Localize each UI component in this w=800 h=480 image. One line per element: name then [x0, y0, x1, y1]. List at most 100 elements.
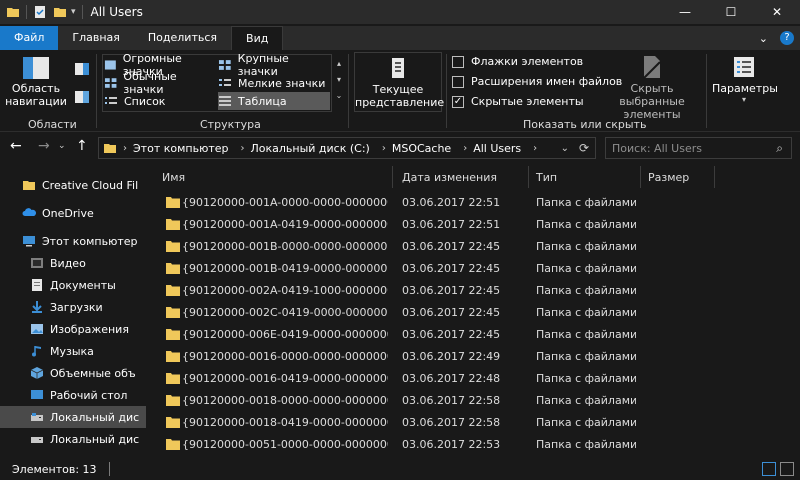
- folder-icon: [166, 197, 180, 208]
- tab-view[interactable]: Вид: [231, 26, 284, 50]
- history-chevron-icon[interactable]: ⌄: [58, 141, 66, 151]
- sidebar-item-local-disk-d[interactable]: Локальный дис: [0, 428, 146, 450]
- minimize-button[interactable]: —: [662, 0, 708, 24]
- forward-arrow-icon[interactable]: →: [38, 138, 50, 154]
- options-icon: [734, 57, 754, 77]
- crumb-arrow-icon[interactable]: ›: [463, 143, 467, 154]
- large-icons-icon: [218, 60, 231, 70]
- column-separator[interactable]: [528, 166, 529, 188]
- column-header-date[interactable]: Дата изменения: [402, 166, 522, 190]
- refresh-icon[interactable]: ⟳: [579, 141, 589, 155]
- table-row[interactable]: {90120000-0018-0419-0000-0000000FF1C... 0…: [152, 412, 800, 434]
- sidebar-item-desktop[interactable]: Рабочий стол: [0, 384, 146, 406]
- details-view-toggle-icon[interactable]: [762, 462, 776, 476]
- column-separator[interactable]: [392, 166, 393, 188]
- sidebar-item-this-pc[interactable]: Этот компьютер: [0, 230, 146, 252]
- item-checkboxes-toggle[interactable]: Флажки элементов: [452, 55, 583, 68]
- sidebar-item-downloads[interactable]: Загрузки: [0, 296, 146, 318]
- table-row[interactable]: {90120000-0051-0000-0000-0000000FF1C... 0…: [152, 434, 800, 456]
- hide-selected-icon: [643, 56, 661, 79]
- options-button[interactable]: Параметры ▾: [712, 54, 778, 104]
- file-list: Имя Дата изменения Тип Размер {90120000-…: [152, 166, 800, 473]
- sidebar-item-onedrive[interactable]: OneDrive: [0, 202, 146, 224]
- table-row[interactable]: {90120000-001A-0000-0000-0000000FF1C... 0…: [152, 192, 800, 214]
- column-header-name[interactable]: Имя: [162, 166, 388, 190]
- cell-date: 03.06.2017 22:45: [402, 240, 501, 253]
- maximize-button[interactable]: ☐: [708, 0, 754, 24]
- quick-access-dropdown-icon[interactable]: ▾: [71, 7, 76, 17]
- breadcrumb-this-pc[interactable]: Этот компьютер: [133, 142, 229, 155]
- search-box[interactable]: ⌕: [605, 137, 792, 159]
- cell-name: {90120000-002A-0419-1000-0000000FF1C...: [182, 284, 388, 297]
- up-arrow-icon[interactable]: ↑: [76, 138, 88, 154]
- layout-small-icons[interactable]: Мелкие значки: [218, 74, 330, 92]
- crumb-arrow-icon[interactable]: ›: [123, 143, 127, 154]
- folder-icon: [23, 181, 35, 190]
- chevron-down-icon[interactable]: ⌄: [759, 32, 768, 45]
- table-row[interactable]: {90120000-001A-0419-0000-0000000FF1C... 0…: [152, 214, 800, 236]
- layout-scroll[interactable]: ▴ ▾ ⌄: [334, 56, 344, 110]
- layout-details[interactable]: Таблица: [218, 92, 330, 110]
- checkbox-checked[interactable]: ✓: [452, 95, 464, 108]
- details-pane-icon[interactable]: [74, 90, 90, 104]
- help-icon[interactable]: ?: [780, 31, 794, 45]
- tab-share[interactable]: Поделиться: [134, 26, 231, 50]
- current-view-button[interactable]: Текущее представление: [354, 52, 444, 112]
- crumb-arrow-icon[interactable]: ›: [241, 143, 245, 154]
- sidebar-item-pictures[interactable]: Изображения: [0, 318, 146, 340]
- separator: [108, 462, 110, 476]
- properties-icon[interactable]: [33, 5, 47, 19]
- breadcrumb-msocache[interactable]: MSOCache: [392, 142, 451, 155]
- new-folder-icon[interactable]: [53, 5, 67, 19]
- search-icon[interactable]: ⌕: [776, 141, 783, 156]
- sidebar-item-label: Музыка: [50, 344, 94, 358]
- folder-icon[interactable]: [6, 5, 20, 19]
- navigation-pane-button[interactable]: Область навигации: [4, 54, 68, 108]
- layout-list[interactable]: Список: [104, 92, 216, 110]
- checkbox[interactable]: [452, 75, 464, 88]
- table-row[interactable]: {90120000-0016-0000-0000-0000000FF1C... 0…: [152, 346, 800, 368]
- column-header-type[interactable]: Тип: [536, 166, 636, 190]
- layout-large-icons[interactable]: Крупные значки: [218, 52, 330, 78]
- crumb-arrow-icon[interactable]: ›: [533, 143, 537, 154]
- close-button[interactable]: ✕: [754, 0, 800, 24]
- sidebar-item-videos[interactable]: Видео: [0, 252, 146, 274]
- checkbox[interactable]: [452, 55, 464, 68]
- back-arrow-icon[interactable]: ←: [10, 138, 22, 154]
- tab-home[interactable]: Главная: [58, 26, 134, 50]
- column-header-size[interactable]: Размер: [648, 166, 708, 190]
- breadcrumb-all-users[interactable]: All Users: [473, 142, 521, 155]
- address-dropdown-icon[interactable]: ⌄: [561, 143, 569, 154]
- large-icons-toggle-icon[interactable]: [780, 462, 794, 476]
- table-row[interactable]: {90120000-001B-0000-0000-0000000FF1C... 0…: [152, 236, 800, 258]
- tab-file[interactable]: Файл: [0, 26, 59, 50]
- table-row[interactable]: {90120000-002A-0419-1000-0000000FF1C... 0…: [152, 280, 800, 302]
- column-separator[interactable]: [714, 166, 715, 188]
- crumb-arrow-icon[interactable]: ›: [382, 143, 386, 154]
- address-bar[interactable]: › Этот компьютер › Локальный диск (C:) ›…: [98, 137, 596, 159]
- sidebar-item-local-disk-c[interactable]: Локальный дис: [0, 406, 146, 428]
- sidebar-item-3d-objects[interactable]: Объемные объ: [0, 362, 146, 384]
- title-bar: ▾ All Users — ☐ ✕: [0, 0, 800, 24]
- table-row[interactable]: {90120000-002C-0419-0000-0000000FF1C... 0…: [152, 302, 800, 324]
- sidebar-item-documents[interactable]: Документы: [0, 274, 146, 296]
- table-row[interactable]: {90120000-0018-0000-0000-0000000FF1C... 0…: [152, 390, 800, 412]
- hide-selected-button[interactable]: Скрыть выбранные элементы: [604, 54, 700, 121]
- cell-name: {90120000-002C-0419-0000-0000000FF1C...: [182, 306, 388, 319]
- column-separator[interactable]: [640, 166, 641, 188]
- current-view-icon: [392, 58, 404, 78]
- preview-pane-icon[interactable]: [74, 62, 90, 76]
- hidden-items-toggle[interactable]: ✓ Скрытые элементы: [452, 95, 584, 108]
- sidebar-item-creative-cloud[interactable]: Creative Cloud Fil: [0, 174, 146, 196]
- table-row[interactable]: {90120000-006E-0419-0000-0000000FF1C... 0…: [152, 324, 800, 346]
- checkbox-label: Флажки элементов: [471, 55, 584, 68]
- layout-medium-icons[interactable]: Обычные значки: [104, 70, 216, 96]
- layout-item-label: Список: [124, 94, 166, 108]
- breadcrumb-local-disk[interactable]: Локальный диск (C:): [251, 142, 370, 155]
- sidebar-item-music[interactable]: Музыка: [0, 340, 146, 362]
- table-row[interactable]: {90120000-001B-0419-0000-0000000FF1C... 0…: [152, 258, 800, 280]
- file-extensions-toggle[interactable]: Расширения имен файлов: [452, 75, 622, 88]
- cell-name: {90120000-001B-0419-0000-0000000FF1C...: [182, 262, 388, 275]
- table-row[interactable]: {90120000-0016-0419-0000-0000000FF1C... 0…: [152, 368, 800, 390]
- search-input[interactable]: [612, 141, 762, 155]
